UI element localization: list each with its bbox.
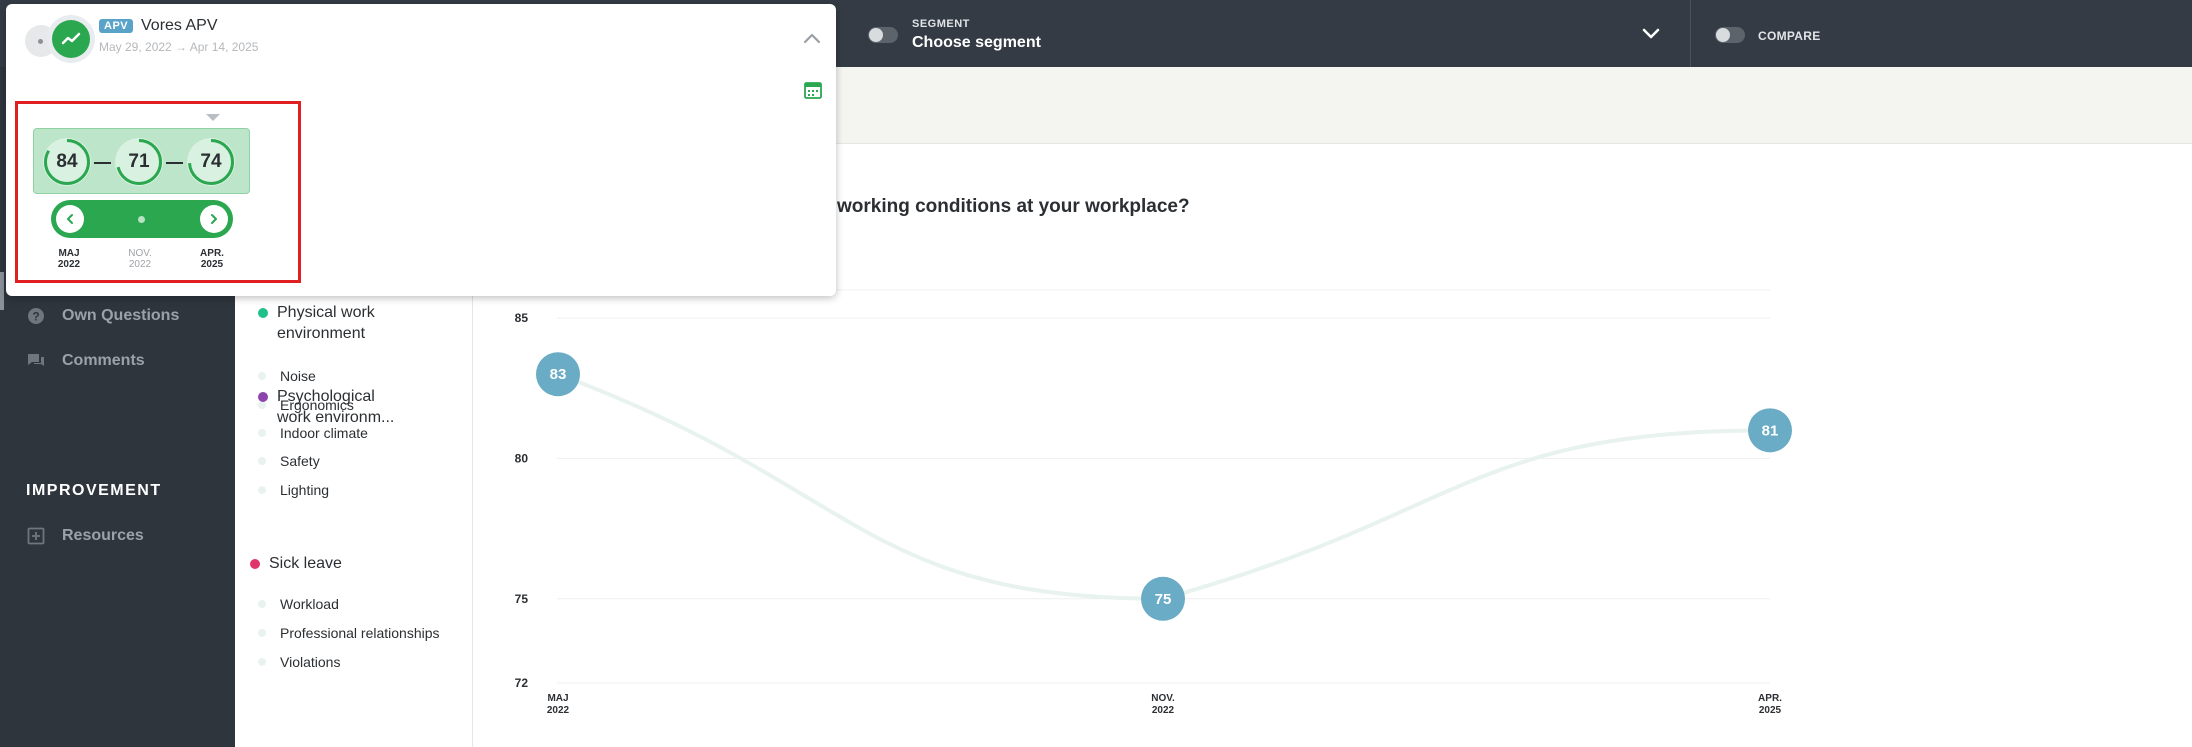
comments-icon: [28, 354, 44, 366]
y-tick-label: 72: [515, 676, 529, 690]
category-label: Sick leave: [269, 555, 342, 572]
chevron-down-icon[interactable]: [1640, 22, 1662, 44]
category-color-dot: [250, 559, 260, 569]
sidebar-item-comments[interactable]: Comments: [26, 351, 145, 371]
compare-label: COMPARE: [1758, 29, 1821, 43]
x-tick-label: 2022: [547, 705, 570, 716]
subcategory-label: Professional relationships: [280, 625, 440, 641]
x-tick-label: 2022: [1152, 705, 1175, 716]
trend-line-chart: 85807572 MAJ2022NOV.2022APR.2025 837581: [515, 289, 1792, 716]
x-tick-label: APR.: [1758, 693, 1782, 704]
trend-up-icon: [61, 32, 81, 45]
subcategory-label: Violations: [280, 654, 341, 670]
subcategory-dot: [258, 486, 266, 494]
survey-title: Vores APV: [141, 17, 218, 34]
question-circle-icon: ?: [28, 308, 44, 324]
chevron-up-icon[interactable]: [801, 28, 823, 50]
survey-date-range: May 29, 2022 → Apr 14, 2025: [99, 40, 259, 54]
x-tick-label: 2025: [1759, 705, 1782, 716]
subcategory-dot: [258, 429, 266, 437]
subcategory-label: Workload: [280, 596, 339, 612]
sidebar-item-own-questions[interactable]: ? Own Questions: [26, 306, 179, 326]
data-label: 75: [1155, 591, 1172, 608]
highlight-box: [15, 101, 301, 283]
topbar-divider: [1690, 0, 1691, 67]
chart-line: [557, 372, 1771, 601]
x-tick-label: NOV.: [1151, 693, 1175, 704]
subcategory-label: Safety: [280, 453, 320, 469]
chart-grid: [557, 289, 1770, 684]
subcategory-dot: [258, 658, 266, 666]
segment-toggle[interactable]: [868, 27, 898, 43]
compare-toggle[interactable]: [1715, 27, 1745, 43]
sidebar-heading-improvement: IMPROVEMENT: [26, 482, 162, 499]
plus-square-icon: [27, 527, 45, 545]
category-label: Psychological work environm...: [277, 388, 395, 426]
chart-points: 83 75 81: [536, 352, 1792, 621]
segment-label: SEGMENT: [912, 18, 970, 30]
list-item[interactable]: Noise: [258, 368, 316, 384]
chart-y-ticks: 85 80 75 72: [515, 311, 529, 690]
subcategory-label: Noise: [280, 368, 316, 384]
chart-x-ticks: MAJ2022NOV.2022APR.2025: [547, 693, 1782, 716]
category-color-dot: [258, 308, 268, 318]
question-title: working conditions at your workplace?: [837, 196, 1190, 217]
sidebar-item-resources[interactable]: Resources: [26, 526, 144, 546]
category-color-dot: [258, 392, 268, 402]
list-item[interactable]: Professional relationships: [258, 625, 440, 641]
list-item[interactable]: Safety: [258, 453, 320, 469]
sidebar-item-label: Comments: [62, 352, 145, 369]
y-tick-label: 75: [515, 592, 529, 606]
subcategory-dot: [258, 372, 266, 380]
segment-selector[interactable]: Choose segment: [912, 34, 1041, 52]
subcategory-dot: [258, 629, 266, 637]
svg-text:?: ?: [32, 310, 39, 324]
category-sick-leave[interactable]: Sick leave: [250, 553, 342, 574]
subcategory-dot: [258, 600, 266, 608]
list-item[interactable]: Workload: [258, 596, 339, 612]
list-item[interactable]: Lighting: [258, 482, 329, 498]
data-label: 81: [1762, 422, 1779, 439]
list-item[interactable]: Violations: [258, 654, 340, 670]
survey-popup: APV Vores APV May 29, 2022 → Apr 14, 202…: [6, 4, 836, 296]
data-label: 83: [550, 366, 567, 383]
y-tick-label: 85: [515, 311, 529, 325]
sidebar-item-label: Own Questions: [62, 307, 180, 324]
subcategory-dot: [258, 457, 266, 465]
survey-logo: [47, 15, 95, 63]
category-label: Physical work environment: [277, 304, 375, 342]
sidebar-active-marker: [0, 272, 4, 310]
sidebar-item-label: Resources: [62, 527, 144, 544]
x-tick-label: MAJ: [547, 693, 568, 704]
calendar-icon[interactable]: [803, 80, 823, 100]
series-line: [557, 372, 1771, 601]
category-physical[interactable]: Physical work environment: [258, 302, 378, 344]
survey-type-badge: APV: [99, 19, 134, 33]
subcategory-label: Lighting: [280, 482, 330, 498]
category-psychological[interactable]: Psychological work environm...: [258, 386, 408, 428]
y-tick-label: 80: [515, 451, 529, 465]
